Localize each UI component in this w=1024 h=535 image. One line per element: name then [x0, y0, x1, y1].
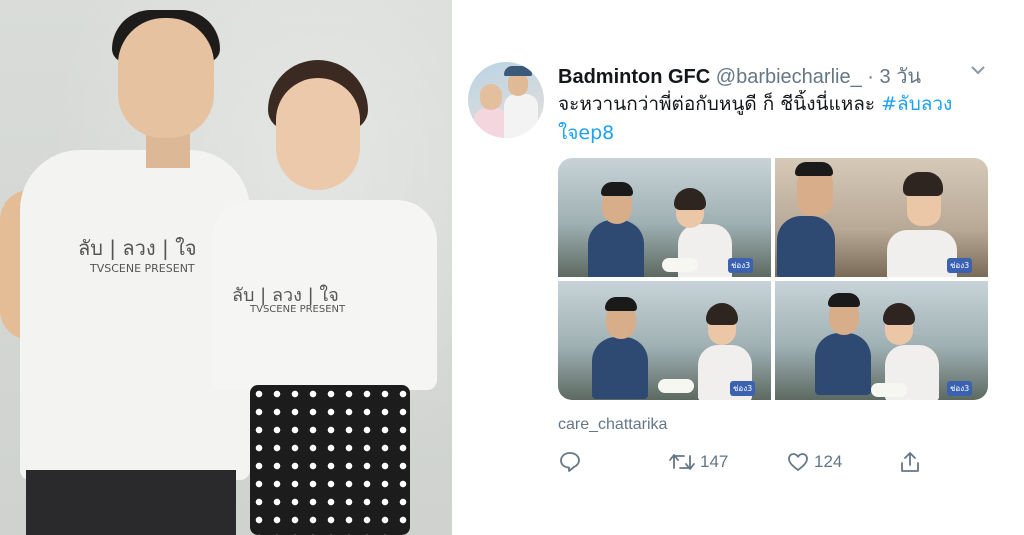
scene-flowers — [658, 379, 694, 393]
like-button[interactable]: 124 — [786, 450, 842, 474]
reply-icon — [558, 450, 582, 474]
media-image-1[interactable]: ช่อง3 — [558, 158, 771, 277]
scene-actress-hair — [903, 172, 943, 196]
avatar-figure-2 — [504, 94, 538, 138]
tweet-time[interactable]: 3 วัน — [880, 66, 922, 88]
tweet-actions: 147 124 — [558, 450, 928, 480]
avatar-figure-1 — [474, 108, 508, 138]
scene-actor-body — [588, 220, 644, 277]
channel-logo: ช่อง3 — [947, 258, 973, 273]
scene-flowers — [662, 258, 698, 272]
actor-shirt-logo: ลับ | ลวง | ใจ — [78, 236, 197, 260]
media-image-4[interactable]: ช่อง3 — [775, 281, 988, 400]
reply-button[interactable] — [558, 450, 582, 474]
retweet-button[interactable]: 147 — [668, 450, 728, 474]
channel-logo: ช่อง3 — [730, 381, 756, 396]
tweet-body: จะหวานกว่าพี่ต่อกับหนูดี ก็ ชีนิ้งนี่แหล… — [558, 93, 882, 115]
actor-pants — [26, 470, 236, 535]
media-image-3[interactable]: ช่อง3 — [558, 281, 771, 400]
heart-icon — [786, 450, 810, 474]
display-name[interactable]: Badminton GFC — [558, 66, 710, 88]
scene-actor-hair — [601, 182, 633, 196]
scene-actor-body — [815, 333, 871, 395]
retweet-count: 147 — [700, 452, 729, 471]
retweet-icon — [668, 450, 696, 474]
share-icon — [898, 450, 922, 474]
promo-photo: ลับ | ลวง | ใจ TVSCENE PRESENT ลับ | ลวง… — [0, 0, 452, 535]
like-count: 124 — [814, 452, 843, 471]
channel-logo: ช่อง3 — [728, 258, 754, 273]
scene-actor-hair — [795, 162, 833, 176]
avatar[interactable] — [468, 62, 544, 138]
actress-face — [276, 78, 360, 190]
tweet-header: Badminton GFC @barbiecharlie_ · 3 วัน — [558, 60, 921, 92]
actress-shirt-subtext: TVSCENE PRESENT — [250, 304, 346, 315]
scene-actor-hair — [605, 297, 637, 311]
chevron-down-icon[interactable] — [970, 62, 986, 80]
scene-actor-body — [592, 337, 648, 399]
media-image-2[interactable]: ช่อง3 — [775, 158, 988, 277]
scene-flowers — [871, 383, 907, 397]
avatar-face-1 — [480, 84, 502, 110]
actor-face — [118, 18, 214, 138]
tweet-text: จะหวานกว่าพี่ต่อกับหนูดี ก็ ชีนิ้งนี่แหล… — [558, 90, 978, 148]
scene-actor-hair — [828, 293, 860, 307]
user-handle[interactable]: @barbiecharlie_ — [716, 66, 862, 88]
media-grid[interactable]: ช่อง3 ช่อง3 ช่อง3 ช่อง3 — [558, 158, 988, 400]
avatar-cap — [504, 66, 532, 76]
photo-credit: care_chattarika — [558, 416, 668, 433]
dot-separator: · — [867, 66, 874, 88]
scene-actor-body — [777, 216, 835, 277]
actor-shirt-subtext: TVSCENE PRESENT — [90, 262, 195, 275]
channel-logo: ช่อง3 — [947, 381, 973, 396]
actress-polka-dot-skirt — [250, 385, 410, 535]
share-button[interactable] — [898, 450, 922, 474]
